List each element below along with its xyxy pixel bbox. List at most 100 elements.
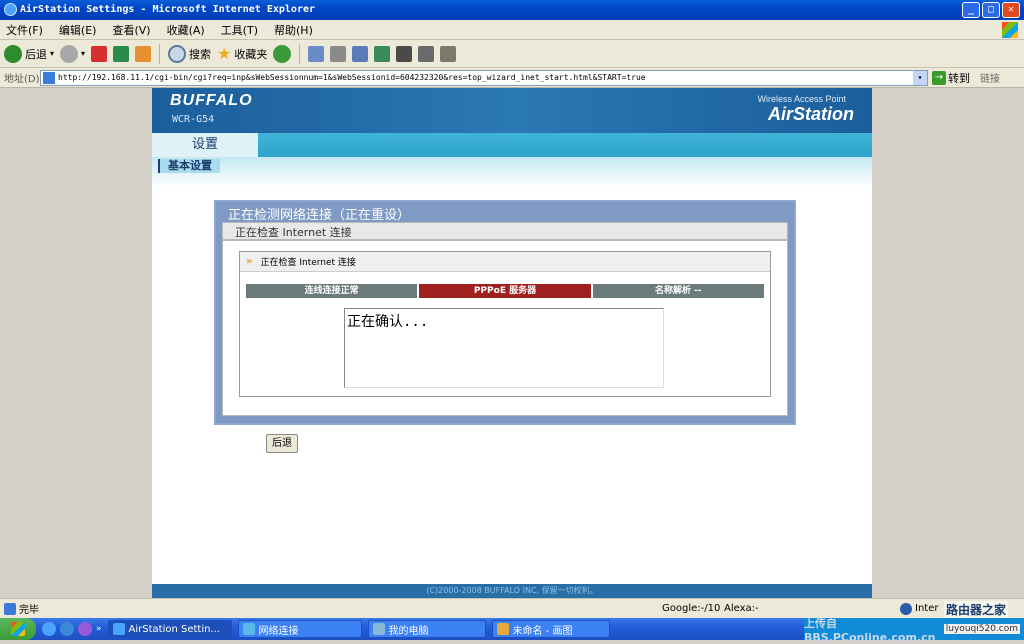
chevron-down-icon: ▾	[81, 49, 86, 58]
step-name-resolution: 名称解析 --	[592, 284, 764, 298]
home-icon[interactable]	[135, 45, 152, 62]
address-bar: 地址(D) http://192.168.11.1/cgi-bin/cgi?re…	[0, 68, 1024, 88]
ie-icon	[112, 623, 125, 635]
window-controls: _ □ ✕	[962, 2, 1020, 18]
detect-box-subtitle-bar: 正在检查 Internet 连接	[222, 222, 788, 240]
maximize-button[interactable]: □	[982, 2, 1000, 18]
task-network[interactable]: 网络连接	[237, 620, 362, 638]
zone-label: Inter	[915, 603, 939, 614]
alexa-rank: Alexa:-	[724, 603, 759, 614]
tool-icon[interactable]	[396, 45, 413, 62]
go-button[interactable]: → 转到	[932, 70, 970, 86]
forward-arrow-icon	[60, 44, 79, 63]
research-icon[interactable]	[440, 45, 457, 62]
back-page-button[interactable]: 后退	[266, 434, 298, 453]
favorites-button[interactable]: ★ 收藏夹	[217, 44, 267, 63]
task-paint[interactable]: 未命名 - 画图	[491, 620, 610, 638]
menu-edit[interactable]: 编辑(E)	[59, 22, 97, 38]
paint-icon	[496, 623, 509, 635]
back-button[interactable]: 后退 ▾	[4, 44, 54, 63]
toolbar: 后退 ▾ ▾ 搜索 ★ 收藏夹	[0, 40, 1024, 68]
status-text: 完毕	[19, 605, 39, 616]
product-tag: Wireless Access Point	[757, 94, 846, 104]
go-label: 转到	[948, 71, 970, 85]
ie-quicklaunch-icon[interactable]	[42, 622, 56, 636]
progress-steps: 连线连接正常 PPPoE 服务器 名称解析 --	[246, 284, 764, 298]
system-tray: 上传自BBS.PConline.com.cn luyouqi520.com	[804, 617, 1024, 644]
corner-watermark: 路由器之家	[943, 601, 1008, 618]
subtab-basic-settings[interactable]: 基本设置	[158, 159, 220, 173]
watermark-site: luyouqi520.com	[943, 624, 1020, 634]
history-icon[interactable]	[273, 44, 292, 63]
address-dropdown-icon[interactable]: ▾	[913, 70, 927, 85]
quick-launch: »	[42, 622, 102, 636]
page-status-icon	[4, 602, 16, 615]
refresh-icon[interactable]	[113, 45, 130, 62]
back-arrow-icon	[4, 44, 22, 63]
go-arrow-icon: →	[932, 70, 946, 85]
router-page: BUFFALO WCR-G54 Wireless Access Point Ai…	[152, 88, 872, 598]
edit-icon[interactable]	[352, 45, 369, 62]
print-icon[interactable]	[330, 45, 347, 62]
tab-settings[interactable]: 设置	[152, 133, 258, 157]
task-my-computer[interactable]: 我的电脑	[367, 620, 486, 638]
detect-box-body: » 正在检查 Internet 连接 连线连接正常 PPPoE 服务器 名称解析…	[222, 240, 788, 416]
star-icon: ★	[217, 44, 232, 63]
address-url: http://192.168.11.1/cgi-bin/cgi?req=inp&…	[58, 73, 646, 82]
search-icon	[168, 44, 187, 63]
task-label: 网络连接	[258, 625, 299, 637]
search-button[interactable]: 搜索	[168, 44, 212, 63]
detect-box-subtitle: 正在检查 Internet 连接	[235, 226, 352, 239]
chevron-right-icon[interactable]: »	[96, 624, 102, 634]
menu-help[interactable]: 帮助(H)	[274, 22, 313, 38]
check-panel: » 正在检查 Internet 连接 连线连接正常 PPPoE 服务器 名称解析…	[239, 251, 771, 397]
computer-icon	[372, 623, 385, 635]
ie-quicklaunch-icon-2[interactable]	[60, 622, 74, 636]
watermark-text: 上传自BBS.PConline.com.cn	[804, 616, 936, 644]
address-label: 地址(D)	[4, 74, 40, 85]
menu-view[interactable]: 查看(V)	[112, 22, 150, 38]
sub-tabs: 基本设置	[152, 157, 872, 187]
security-zone: Inter	[900, 602, 939, 615]
links-button[interactable]: 链接	[980, 70, 1000, 85]
search-label: 搜索	[189, 47, 212, 61]
buffalo-logo: BUFFALO	[170, 92, 253, 109]
menu-favorites[interactable]: 收藏(A)	[167, 22, 205, 38]
page-header: BUFFALO WCR-G54 Wireless Access Point Ai…	[152, 88, 872, 133]
double-chevron-icon: »	[246, 256, 253, 267]
globe-icon	[900, 602, 912, 615]
back-label: 后退	[25, 47, 47, 61]
minimize-button[interactable]: _	[962, 2, 980, 18]
status-message-box: 正在确认...	[344, 308, 664, 388]
window-title: AirStation Settings - Microsoft Internet…	[20, 4, 316, 15]
forward-button[interactable]: ▾	[60, 44, 86, 63]
stop-icon[interactable]	[91, 45, 108, 62]
menu-bar: 文件(F) 编辑(E) 查看(V) 收藏(A) 工具(T) 帮助(H)	[0, 20, 1024, 40]
windows-logo-icon	[1002, 22, 1018, 38]
address-input[interactable]: http://192.168.11.1/cgi-bin/cgi?req=inp&…	[40, 69, 928, 86]
menu-file[interactable]: 文件(F)	[6, 22, 43, 38]
page-footer: (C)2000-2008 BUFFALO INC. 保留一切权利。	[152, 584, 872, 598]
panel-header: » 正在检查 Internet 连接	[240, 252, 770, 272]
page-icon	[43, 71, 55, 84]
bookmark-icon[interactable]	[418, 45, 435, 62]
task-airstation[interactable]: AirStation Settin...	[107, 620, 232, 638]
step-line-ok: 连线连接正常	[246, 284, 418, 298]
mail-icon[interactable]	[308, 45, 325, 62]
menu-tools[interactable]: 工具(T)	[221, 22, 258, 38]
start-button[interactable]	[0, 618, 36, 640]
taskbar: » AirStation Settin... 网络连接 我的电脑 未命名 - 画…	[0, 617, 1024, 644]
toolbar-separator	[159, 43, 161, 64]
windows-logo-icon	[11, 622, 25, 636]
step-pppoe-server: PPPoE 服务器	[419, 284, 591, 298]
window-titlebar: AirStation Settings - Microsoft Internet…	[0, 0, 1024, 20]
toolbar-separator	[299, 43, 301, 64]
task-label: 我的电脑	[388, 625, 429, 637]
media-player-icon[interactable]	[78, 622, 92, 636]
messenger-icon[interactable]	[374, 45, 391, 62]
airstation-logo: AirStation	[767, 104, 854, 124]
close-button[interactable]: ✕	[1002, 2, 1020, 18]
detect-box-title: 正在检测网络连接（正在重设）	[228, 208, 411, 223]
main-tabs: 设置	[152, 133, 872, 157]
network-icon	[242, 623, 255, 635]
